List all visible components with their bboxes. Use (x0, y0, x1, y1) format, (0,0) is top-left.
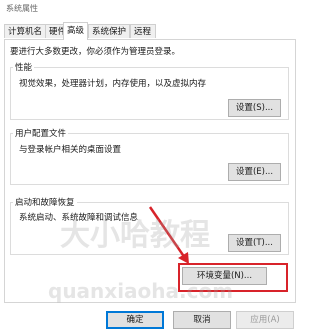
title-bar: 系统属性 (0, 0, 300, 18)
cancel-button[interactable]: 取消 (173, 311, 231, 329)
tab-computer-name[interactable]: 计算机名 (4, 24, 46, 38)
performance-group-title: 性能 (13, 61, 35, 73)
ok-button[interactable]: 确定 (106, 311, 164, 329)
startup-recovery-group-title: 启动和故障恢复 (13, 196, 77, 208)
user-profiles-group-title: 用户配置文件 (13, 127, 69, 139)
window-title: 系统属性 (6, 4, 38, 13)
performance-description: 视觉效果，处理器计划，内存使用，以及虚拟内存 (19, 79, 207, 89)
tab-system-protection[interactable]: 系统保护 (88, 24, 130, 38)
footer-bar: 确定 取消 应用(A) (0, 303, 300, 332)
performance-settings-button[interactable]: 设置(S)... (228, 99, 281, 117)
apply-button[interactable]: 应用(A) (236, 311, 294, 329)
tab-strip: 计算机名 硬件 高级 系统保护 远程 (0, 22, 300, 40)
startup-recovery-description: 系统启动、系统故障和调试信息 (19, 213, 139, 223)
user-profiles-description: 与登录帐户相关的桌面设置 (19, 145, 122, 155)
user-profiles-group: 用户配置文件 与登录帐户相关的桌面设置 设置(E)... (10, 127, 289, 185)
startup-recovery-settings-button[interactable]: 设置(T)... (228, 234, 281, 252)
tab-advanced[interactable]: 高级 (63, 22, 88, 40)
tab-remote[interactable]: 远程 (130, 24, 156, 38)
admin-notice: 要进行大多数更改，你必须作为管理员登录。 (10, 47, 181, 57)
user-profiles-settings-button[interactable]: 设置(E)... (228, 163, 281, 181)
performance-group: 性能 视觉效果，处理器计划，内存使用，以及虚拟内存 设置(S)... (10, 61, 289, 120)
highlight-box (178, 263, 288, 292)
startup-recovery-group: 启动和故障恢复 系统启动、系统故障和调试信息 设置(T)... (10, 196, 289, 255)
